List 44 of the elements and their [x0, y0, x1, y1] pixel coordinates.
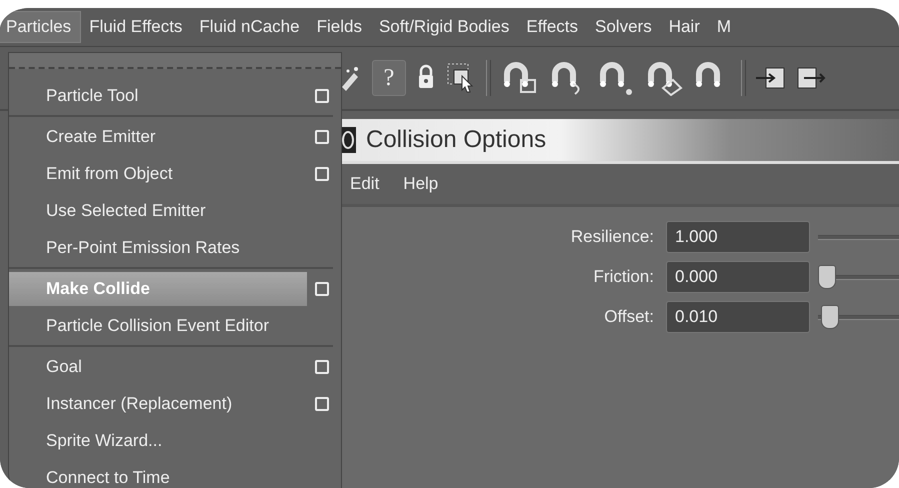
menu-item[interactable]: Fields — [308, 12, 371, 42]
option-box-icon[interactable] — [315, 130, 329, 144]
option-box-icon[interactable] — [315, 166, 329, 180]
menu-item[interactable]: Connect to Time — [9, 460, 335, 488]
field-label: Resilience: — [570, 227, 655, 247]
magnet-icon[interactable] — [645, 60, 683, 96]
menu-item[interactable]: Create Emitter — [9, 120, 307, 154]
menu-item[interactable]: Particles — [0, 11, 82, 43]
input-field[interactable]: 1.000 — [666, 221, 810, 253]
menu-item[interactable]: Sprite Wizard... — [9, 424, 335, 458]
slider-thumb[interactable] — [818, 265, 836, 289]
help-button[interactable]: ? — [372, 60, 406, 96]
magnet-icon[interactable] — [501, 60, 539, 96]
menu-item[interactable]: Fluid Effects — [80, 12, 192, 42]
menu-item[interactable]: Hair — [660, 12, 709, 42]
option-box-icon[interactable] — [315, 360, 329, 374]
menu-item[interactable]: Use Selected Emitter — [9, 194, 335, 228]
menu-item[interactable]: Edit — [350, 174, 380, 194]
menu-item[interactable]: Particle Collision Event Editor — [9, 308, 335, 342]
menu-item[interactable]: Emit from Object — [9, 156, 307, 190]
magnet-icon[interactable] — [597, 60, 635, 96]
export-icon[interactable] — [796, 65, 826, 91]
slider-thumb[interactable] — [820, 305, 839, 329]
menu-item[interactable]: Solvers — [586, 12, 661, 42]
menu-item[interactable]: Instancer (Replacement) — [9, 386, 307, 420]
field-label: Friction: — [592, 267, 655, 287]
menu-item[interactable]: Make Collide — [9, 272, 307, 306]
menu-item[interactable]: Effects — [517, 12, 588, 42]
input-field[interactable]: 0.000 — [666, 261, 810, 293]
option-box-icon[interactable] — [315, 396, 329, 410]
import-icon[interactable] — [756, 65, 786, 91]
option-box-icon[interactable] — [315, 88, 329, 102]
input-field[interactable]: 0.010 — [666, 301, 810, 333]
window-title: Collision Options — [366, 126, 546, 154]
option-box-icon[interactable] — [315, 282, 329, 296]
menu-item[interactable]: Soft/Rigid Bodies — [370, 12, 518, 42]
select-rectangle-icon[interactable] — [446, 62, 476, 94]
field-label: Offset: — [603, 307, 655, 327]
menu-item[interactable]: Fluid nCache — [190, 12, 309, 42]
menu-item[interactable]: Help — [403, 174, 438, 194]
menu-item[interactable]: Per-Point Emission Rates — [9, 230, 335, 264]
menu-item[interactable]: Goal — [9, 350, 307, 384]
menu-item[interactable]: Particle Tool — [9, 78, 307, 112]
menu-item[interactable]: M — [708, 12, 740, 42]
